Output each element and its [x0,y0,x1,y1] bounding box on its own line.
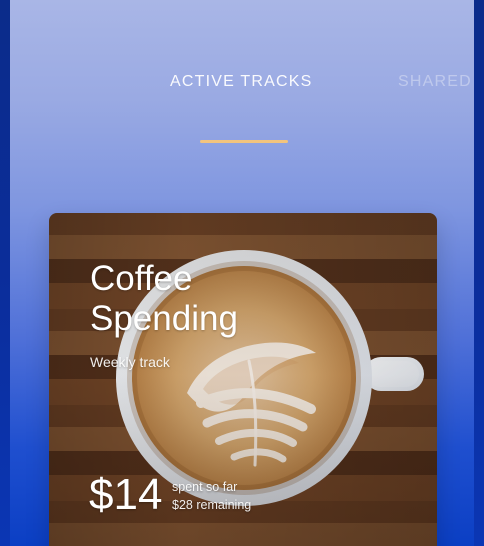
coffee-spending-card[interactable]: Coffee Spending Weekly track $14 spent s… [49,213,437,546]
card-title-line-2: Spending [90,299,238,338]
amount-details: spent so far $28 remaining [172,478,251,514]
card-title: Coffee Spending [90,259,310,339]
amount-spent: $14 [89,470,163,519]
remaining-label: $28 remaining [172,498,252,512]
tab-bar: ACTIVE TRACKS SHARED [10,0,474,170]
card-title-line-1: Coffee [90,259,193,298]
spent-so-far-label: spent so far [172,480,238,494]
card-content: Coffee Spending Weekly track $14 spent s… [49,213,437,546]
left-edge [0,0,10,546]
app-screen: ACTIVE TRACKS SHARED Coffee Spending Wee… [0,0,484,546]
tab-active-tracks[interactable]: ACTIVE TRACKS [170,73,312,91]
tab-indicator [200,140,288,143]
tab-shared[interactable]: SHARED [398,73,472,91]
right-edge [474,0,484,546]
card-subtitle: Weekly track [90,354,170,370]
